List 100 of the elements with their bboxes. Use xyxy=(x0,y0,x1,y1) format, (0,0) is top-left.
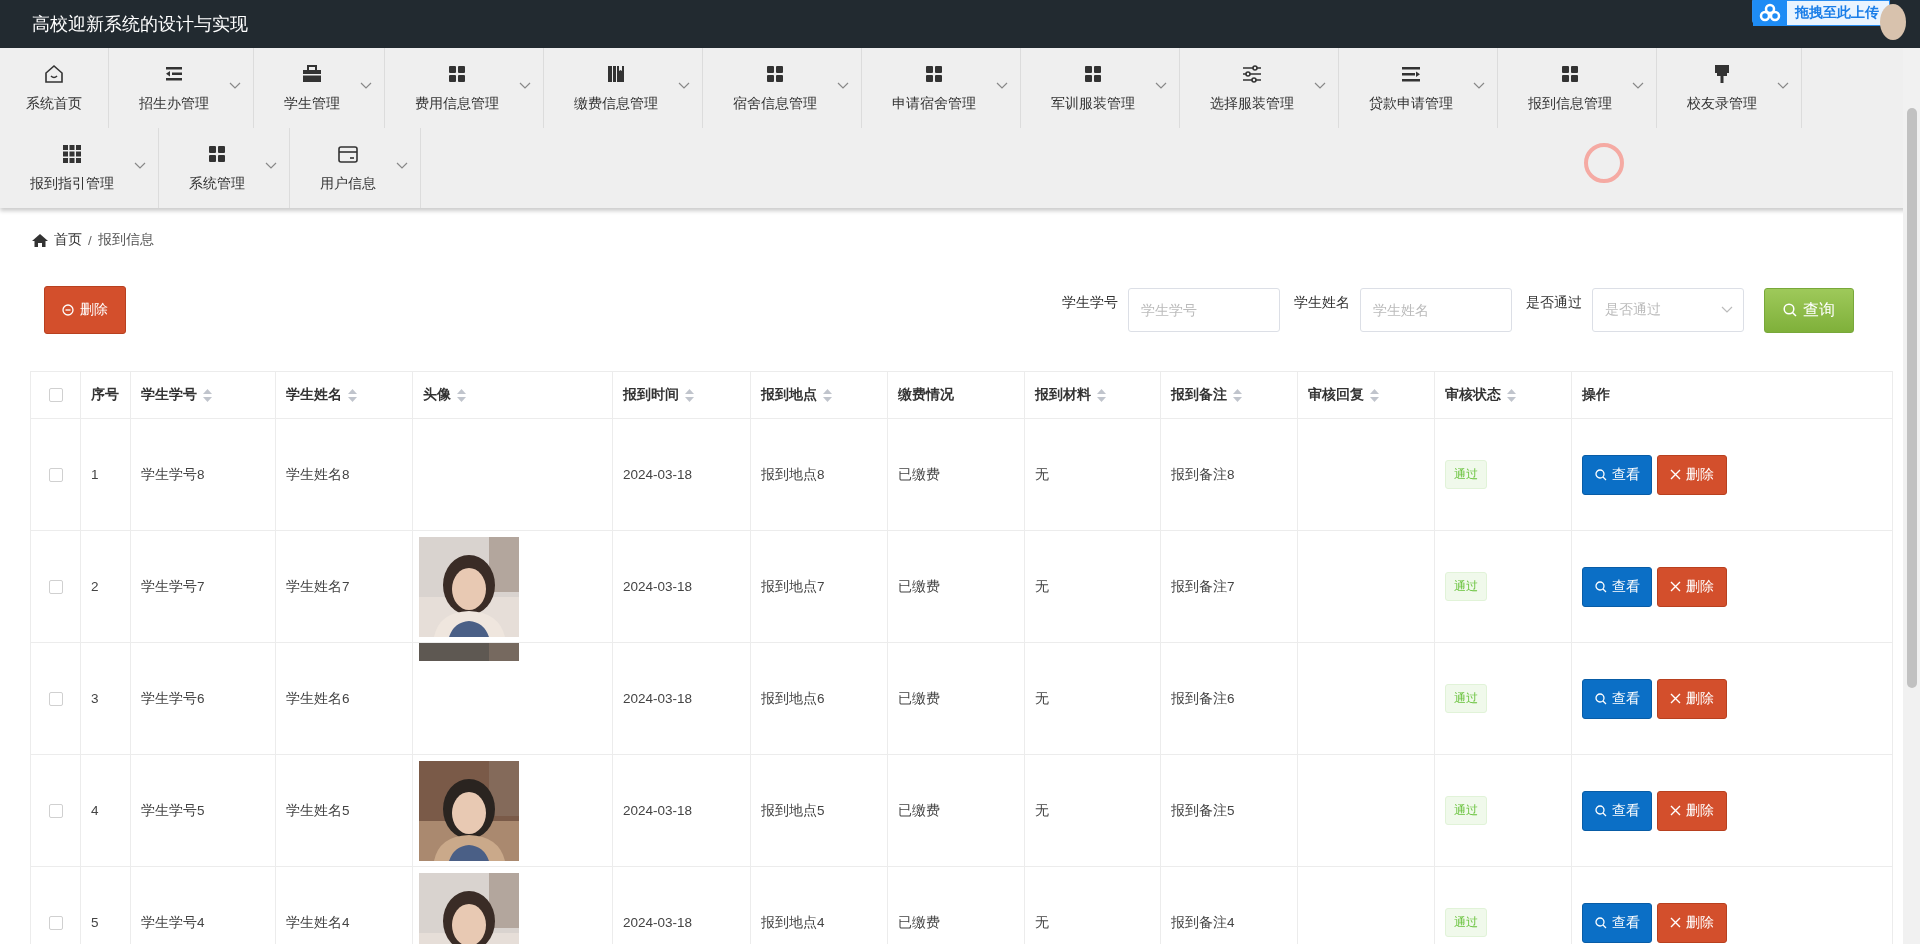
table-cell: 学生姓名6 xyxy=(275,642,413,755)
caret-icon xyxy=(1721,306,1733,314)
status-tag: 通过 xyxy=(1445,684,1487,713)
close-icon xyxy=(1670,693,1681,704)
breadcrumb-current: 报到信息 xyxy=(97,231,154,249)
table-cell: 学生学号5 xyxy=(130,754,276,867)
upload-widget[interactable]: 拖拽至此上传 xyxy=(1752,0,1890,26)
app-title: 高校迎新系统的设计与实现 xyxy=(32,13,248,36)
nav-item[interactable]: 宿舍信息管理 xyxy=(703,48,862,128)
delete-button[interactable]: 删除 xyxy=(1657,454,1727,495)
delete-button[interactable]: 删除 xyxy=(1657,790,1727,831)
table-cell: 学生学号7 xyxy=(130,530,276,643)
delete-button[interactable]: 删除 xyxy=(44,286,126,334)
table-cell: 2024-03-18 xyxy=(612,642,751,755)
column-header: 操作 xyxy=(1571,371,1893,419)
grid-icon xyxy=(61,143,83,165)
user-avatar[interactable] xyxy=(1880,4,1906,40)
sliders-icon xyxy=(1241,63,1263,85)
table-cell: 学生姓名8 xyxy=(275,418,413,531)
view-button[interactable]: 查看 xyxy=(1582,790,1652,831)
input-field[interactable]: 学生姓名 xyxy=(1360,288,1512,332)
table-cell: 学生姓名5 xyxy=(275,754,413,867)
checkbox[interactable] xyxy=(48,691,63,706)
column-header[interactable]: 报到材料 xyxy=(1024,371,1161,419)
grid-icon xyxy=(446,63,468,85)
nav-item[interactable]: 贷款申请管理 xyxy=(1339,48,1498,128)
table-cell: 报到地点7 xyxy=(750,530,888,643)
search-icon xyxy=(1594,804,1607,817)
table-cell: 报到地点5 xyxy=(750,754,888,867)
grid-icon xyxy=(1559,63,1581,85)
table-cell: 学生姓名7 xyxy=(275,530,413,643)
cloud-icon xyxy=(1753,0,1787,26)
book-icon xyxy=(605,63,627,85)
nav-item[interactable]: 招生办管理 xyxy=(109,48,254,128)
table-cell: 4 xyxy=(80,754,131,867)
table-cell: 无 xyxy=(1024,530,1161,643)
column-header[interactable]: 报到时间 xyxy=(612,371,751,419)
view-button[interactable]: 查看 xyxy=(1582,902,1652,943)
column-header[interactable]: 头像 xyxy=(412,371,613,419)
nav-item[interactable]: 报到信息管理 xyxy=(1498,48,1657,128)
table-cell: 报到备注6 xyxy=(1160,642,1298,755)
column-header[interactable]: 学生学号 xyxy=(130,371,276,419)
delete-button[interactable]: 删除 xyxy=(1657,902,1727,943)
table-cell: 报到备注8 xyxy=(1160,418,1298,531)
table-cell: 报到地点6 xyxy=(750,642,888,755)
column-header: 缴费情况 xyxy=(887,371,1025,419)
status-tag: 通过 xyxy=(1445,908,1487,937)
filter-label: 学生学号 xyxy=(1062,294,1118,312)
view-button[interactable]: 查看 xyxy=(1582,678,1652,719)
nav-item[interactable]: 用户信息 xyxy=(290,128,421,208)
filter-label: 学生姓名 xyxy=(1294,294,1350,312)
table-cell: 无 xyxy=(1024,754,1161,867)
loading-spinner xyxy=(1584,143,1624,183)
checkbox[interactable] xyxy=(48,388,63,402)
column-header[interactable]: 报到地点 xyxy=(750,371,888,419)
close-icon xyxy=(1670,581,1681,592)
nav-item[interactable]: 系统首页 xyxy=(0,48,109,128)
nav-item[interactable]: 缴费信息管理 xyxy=(544,48,703,128)
search-icon xyxy=(1594,468,1607,481)
view-button[interactable]: 查看 xyxy=(1582,566,1652,607)
table-cell: 已缴费 xyxy=(887,530,1025,643)
delete-button[interactable]: 删除 xyxy=(1657,566,1727,607)
delete-button[interactable]: 删除 xyxy=(1657,678,1727,719)
grid-icon xyxy=(764,63,786,85)
table-cell: 报到备注7 xyxy=(1160,530,1298,643)
search-icon xyxy=(1594,692,1607,705)
column-header[interactable]: 学生姓名 xyxy=(275,371,413,419)
checkbox[interactable] xyxy=(48,467,63,482)
table-cell: 报到备注5 xyxy=(1160,754,1298,867)
table-cell: 2024-03-18 xyxy=(612,754,751,867)
table-cell: 2024-03-18 xyxy=(612,530,751,643)
nav-item[interactable]: 报到指引管理 xyxy=(0,128,159,208)
card-icon xyxy=(337,143,359,165)
scrollbar[interactable] xyxy=(1903,48,1920,944)
input-field[interactable]: 学生学号 xyxy=(1128,288,1280,332)
nav-item[interactable]: 军训服装管理 xyxy=(1021,48,1180,128)
status-tag: 通过 xyxy=(1445,572,1487,601)
search-icon xyxy=(1594,580,1607,593)
column-header: 序号 xyxy=(80,371,131,419)
nav-item[interactable]: 选择服装管理 xyxy=(1180,48,1339,128)
column-header[interactable]: 报到备注 xyxy=(1160,371,1298,419)
search-icon xyxy=(1594,916,1607,929)
grid-icon xyxy=(1082,63,1104,85)
nav-item[interactable]: 系统管理 xyxy=(159,128,290,208)
table-cell: 报到地点8 xyxy=(750,418,888,531)
scrollbar-thumb[interactable] xyxy=(1907,108,1917,688)
status-tag: 通过 xyxy=(1445,796,1487,825)
column-header[interactable]: 审核回复 xyxy=(1297,371,1435,419)
checkbox[interactable] xyxy=(48,803,63,818)
nav-item[interactable]: 费用信息管理 xyxy=(385,48,544,128)
checkbox[interactable] xyxy=(48,579,63,594)
checkbox[interactable] xyxy=(48,915,63,930)
nav-item[interactable]: 学生管理 xyxy=(254,48,385,128)
table-cell: 1 xyxy=(80,418,131,531)
nav-item[interactable]: 校友录管理 xyxy=(1657,48,1802,128)
breadcrumb-link[interactable]: 首页 xyxy=(54,231,82,249)
view-button[interactable]: 查看 xyxy=(1582,454,1652,495)
minus-circle-icon xyxy=(62,304,74,316)
nav-item[interactable]: 申请宿舍管理 xyxy=(862,48,1021,128)
column-header[interactable]: 审核状态 xyxy=(1434,371,1572,419)
